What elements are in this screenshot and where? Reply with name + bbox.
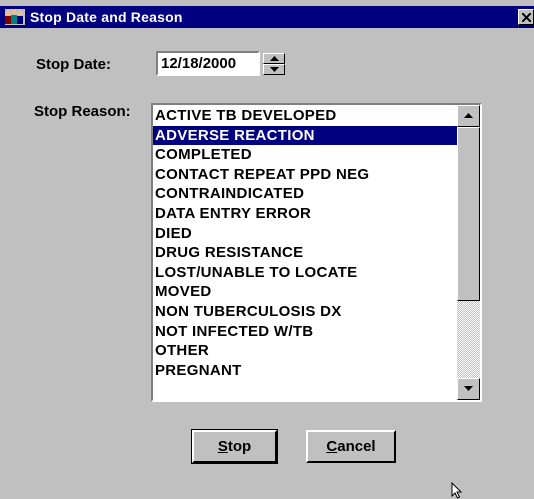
cancel-mnemonic: C — [326, 438, 338, 455]
stop-mnemonic: S — [217, 438, 228, 455]
window-title: Stop Date and Reason — [30, 9, 183, 25]
date-spinner[interactable] — [263, 53, 285, 75]
reason-list-item[interactable]: CONTRAINDICATED — [153, 184, 457, 204]
vertical-scrollbar[interactable] — [457, 105, 480, 400]
triangle-up-icon — [464, 113, 473, 118]
stop-date-label: Stop Date: — [36, 56, 111, 73]
reason-list-item[interactable]: NOT INFECTED W/TB — [153, 322, 457, 342]
triangle-down-icon — [270, 67, 279, 72]
reason-list-item[interactable]: COMPLETED — [153, 145, 457, 165]
reason-list-item[interactable]: OTHER — [153, 341, 457, 361]
reason-list-item[interactable]: PREGNANT — [153, 361, 457, 381]
spin-up-button[interactable] — [263, 53, 285, 64]
title-bar: Stop Date and Reason — [0, 6, 534, 28]
reason-list-item[interactable]: NON TUBERCULOSIS DX — [153, 302, 457, 322]
stop-label: top — [227, 438, 252, 455]
reason-list-item[interactable]: ADVERSE REACTION — [153, 125, 457, 146]
stop-date-reason-dialog: Stop Date and Reason Stop Date: 12/18/20… — [0, 0, 534, 499]
close-icon — [522, 13, 531, 22]
scroll-up-button[interactable] — [457, 105, 480, 127]
reason-list-item[interactable]: ACTIVE TB DEVELOPED — [153, 106, 457, 126]
reason-list-item[interactable]: DATA ENTRY ERROR — [153, 204, 457, 224]
app-people-icon — [5, 9, 25, 25]
reason-list-item[interactable]: LOST/UNABLE TO LOCATE — [153, 263, 457, 283]
spin-down-button[interactable] — [263, 64, 285, 75]
cancel-label: ancel — [337, 438, 376, 455]
reason-list-item[interactable]: DRUG RESISTANCE — [153, 243, 457, 263]
reason-list-item[interactable]: MOVED — [153, 282, 457, 302]
stop-button[interactable]: Stop — [191, 429, 278, 464]
triangle-up-icon — [270, 56, 279, 61]
reason-list: ACTIVE TB DEVELOPED ADVERSE REACTION COMPL… — [153, 106, 457, 380]
close-button[interactable] — [518, 9, 534, 25]
scroll-thumb[interactable] — [457, 127, 480, 301]
stop-reason-listbox[interactable]: ACTIVE TB DEVELOPED ADVERSE REACTION COMPL… — [151, 103, 482, 402]
mouse-pointer-icon — [451, 482, 463, 499]
scroll-down-button[interactable] — [457, 378, 480, 400]
cancel-button[interactable]: Cancel — [306, 430, 396, 463]
reason-list-item[interactable]: DIED — [153, 224, 457, 244]
stop-date-input[interactable]: 12/18/2000 — [156, 51, 260, 76]
triangle-down-icon — [464, 386, 473, 391]
stop-reason-label: Stop Reason: — [34, 103, 131, 120]
reason-list-item[interactable]: CONTACT REPEAT PPD NEG — [153, 165, 457, 185]
